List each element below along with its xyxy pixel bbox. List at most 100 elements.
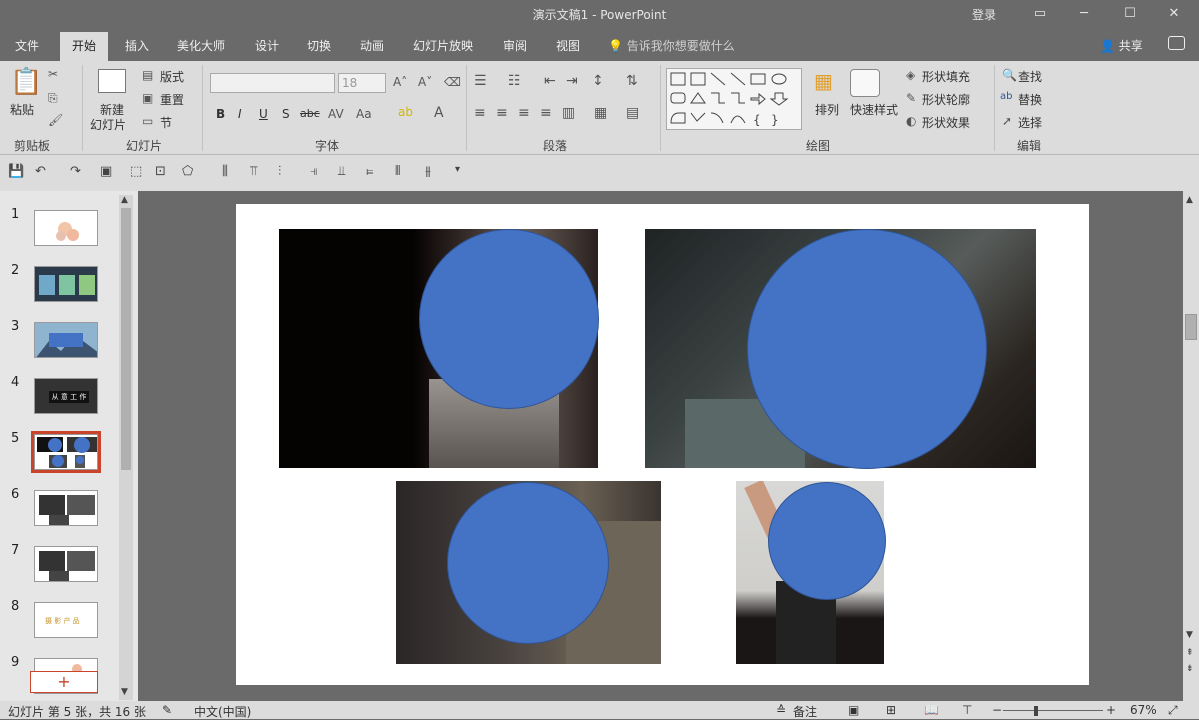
char-spacing-icon[interactable]: AV xyxy=(328,107,344,121)
add-slide-button[interactable]: + xyxy=(30,671,98,693)
align-left-icon[interactable]: ≡ xyxy=(474,105,486,121)
bold-button[interactable]: B xyxy=(216,107,225,121)
text-direction-icon[interactable]: ⇅ xyxy=(626,73,638,89)
slide-thumbnail-6[interactable] xyxy=(34,490,98,526)
tab-slideshow[interactable]: 幻灯片放映 xyxy=(413,37,473,54)
tab-file[interactable]: 文件 xyxy=(15,37,39,54)
close-button[interactable]: ✕ xyxy=(1162,4,1186,24)
shape-fill-button[interactable]: 形状填充 xyxy=(922,68,970,85)
tab-review[interactable]: 审阅 xyxy=(503,37,527,54)
font-color-icon[interactable]: A xyxy=(434,105,444,121)
ribbon-display-options-icon[interactable]: ▭ xyxy=(1028,4,1052,24)
maximize-button[interactable]: ☐ xyxy=(1118,4,1142,24)
circle-shape-3[interactable] xyxy=(447,482,609,644)
minimize-button[interactable]: ─ xyxy=(1072,4,1096,24)
select-pane-icon[interactable]: ⬚ xyxy=(130,164,142,179)
share-button[interactable]: 👤 共享 xyxy=(1100,37,1143,54)
tell-me-box[interactable]: 💡 告诉我你想要做什么 xyxy=(608,37,735,54)
layout-button[interactable]: 版式 xyxy=(160,68,184,85)
fit-to-window-icon[interactable]: ⤢ xyxy=(1168,703,1178,718)
align-middle-icon[interactable]: ⫶ xyxy=(278,164,281,179)
tab-beautify[interactable]: 美化大师 xyxy=(177,37,225,54)
highlight-icon[interactable]: ab xyxy=(398,105,413,119)
redo-icon[interactable]: ↷ xyxy=(70,164,81,179)
language-indicator[interactable]: 中文(中国) xyxy=(194,703,251,720)
scroll-down-icon[interactable]: ▼ xyxy=(121,687,128,697)
new-slide-label-2[interactable]: 幻灯片 xyxy=(90,116,126,133)
save-icon[interactable]: 💾 xyxy=(8,164,24,179)
bullets-icon[interactable]: ☰ xyxy=(474,73,487,89)
tab-home[interactable]: 开始 xyxy=(60,32,109,61)
justify-icon[interactable]: ≡ xyxy=(540,105,552,121)
present-icon[interactable]: ▣ xyxy=(100,164,112,179)
paste-icon[interactable]: 📋 xyxy=(10,67,42,97)
decrease-indent-icon[interactable]: ⇤ xyxy=(544,73,556,89)
align-right-icon-qat[interactable]: ⫣ xyxy=(310,164,318,179)
previous-slide-icon[interactable]: ⇞ xyxy=(1186,648,1194,658)
font-name-input[interactable] xyxy=(210,73,335,93)
columns-icon[interactable]: ▦ xyxy=(594,105,607,121)
font-size-input[interactable]: 18 xyxy=(338,73,386,93)
shape-effects-button[interactable]: 形状效果 xyxy=(922,114,970,131)
strikethrough-button[interactable]: abc xyxy=(300,107,320,120)
slide-thumbnail-5[interactable] xyxy=(31,431,101,473)
reading-view-icon[interactable]: 📖 xyxy=(924,703,939,717)
zoom-slider-knob[interactable] xyxy=(1034,706,1038,716)
notes-button[interactable]: 备注 xyxy=(793,703,817,720)
new-slide-icon[interactable] xyxy=(98,69,126,93)
normal-view-icon[interactable]: ▣ xyxy=(848,703,859,717)
slide-thumbnail-2[interactable] xyxy=(34,266,98,302)
shapes-gallery[interactable]: { } xyxy=(666,68,802,130)
slide-scroll-down-icon[interactable]: ▼ xyxy=(1186,630,1193,640)
change-case-icon[interactable]: Aa xyxy=(356,107,372,121)
next-slide-icon[interactable]: ⇟ xyxy=(1186,664,1194,674)
numbering-icon[interactable]: ☷ xyxy=(508,73,521,89)
tab-view[interactable]: 视图 xyxy=(556,37,580,54)
grow-font-icon[interactable]: A˄ xyxy=(393,75,407,89)
replace-button[interactable]: 替换 xyxy=(1018,91,1042,108)
slide-thumbnail-1[interactable] xyxy=(34,210,98,246)
spell-check-icon[interactable]: ✎ xyxy=(162,703,172,717)
increase-indent-icon[interactable]: ⇥ xyxy=(566,73,578,89)
underline-button[interactable]: U xyxy=(259,107,268,121)
customize-qat-icon[interactable]: ▾ xyxy=(455,164,460,175)
current-slide[interactable] xyxy=(236,204,1089,685)
clear-format-icon[interactable]: ⌫ xyxy=(444,75,461,89)
format-painter-icon[interactable]: 🖌 xyxy=(48,113,63,127)
shrink-font-icon[interactable]: A˅ xyxy=(418,75,432,89)
zoom-in-icon[interactable]: + xyxy=(1106,703,1116,717)
align-right-icon[interactable]: ≡ xyxy=(518,105,530,121)
align-bottom-icon[interactable]: ⫫ xyxy=(338,164,345,179)
italic-button[interactable]: I xyxy=(238,107,242,121)
zoom-out-icon[interactable]: − xyxy=(992,703,1002,717)
align-top-icon[interactable]: ⫪ xyxy=(250,164,257,179)
undo-icon[interactable]: ↶ xyxy=(35,164,46,179)
quick-styles-icon[interactable] xyxy=(850,69,880,97)
scroll-up-icon[interactable]: ▲ xyxy=(121,195,128,205)
tab-transitions[interactable]: 切换 xyxy=(307,37,331,54)
section-button[interactable]: 节 xyxy=(160,114,172,131)
align-text-icon[interactable]: ▤ xyxy=(626,105,639,121)
slide-scroll-up-icon[interactable]: ▲ xyxy=(1186,195,1193,205)
distribute-v-icon[interactable]: ⫵ xyxy=(425,164,431,179)
login-link[interactable]: 登录 xyxy=(972,6,996,23)
slide-scrollbar[interactable] xyxy=(1183,191,1199,701)
tab-insert[interactable]: 插入 xyxy=(125,37,149,54)
tab-design[interactable]: 设计 xyxy=(255,37,279,54)
arrange-icon[interactable]: ▦ xyxy=(814,69,833,93)
distribute-h-icon[interactable]: ⫴ xyxy=(395,164,400,179)
zoom-slider[interactable] xyxy=(1003,710,1103,711)
align-center-icon[interactable]: ≡ xyxy=(496,105,508,121)
reset-button[interactable]: 重置 xyxy=(160,91,184,108)
group-icon[interactable]: ⊡ xyxy=(155,164,166,179)
slideshow-icon[interactable]: ⊤ xyxy=(962,703,972,717)
arrange-button[interactable]: 排列 xyxy=(815,101,839,118)
align-left-icon-qat[interactable]: ⫢ xyxy=(366,164,373,179)
slide-scrollbar-thumb[interactable] xyxy=(1185,314,1197,340)
select-button[interactable]: 选择 xyxy=(1018,114,1042,131)
distribute-icon[interactable]: ▥ xyxy=(562,105,575,121)
zoom-level[interactable]: 67% xyxy=(1130,703,1157,717)
copy-icon[interactable]: ⎘ xyxy=(48,91,58,106)
slide-thumbnail-4[interactable]: 从 意 工 作 xyxy=(34,378,98,414)
comment-icon[interactable] xyxy=(1168,36,1185,50)
